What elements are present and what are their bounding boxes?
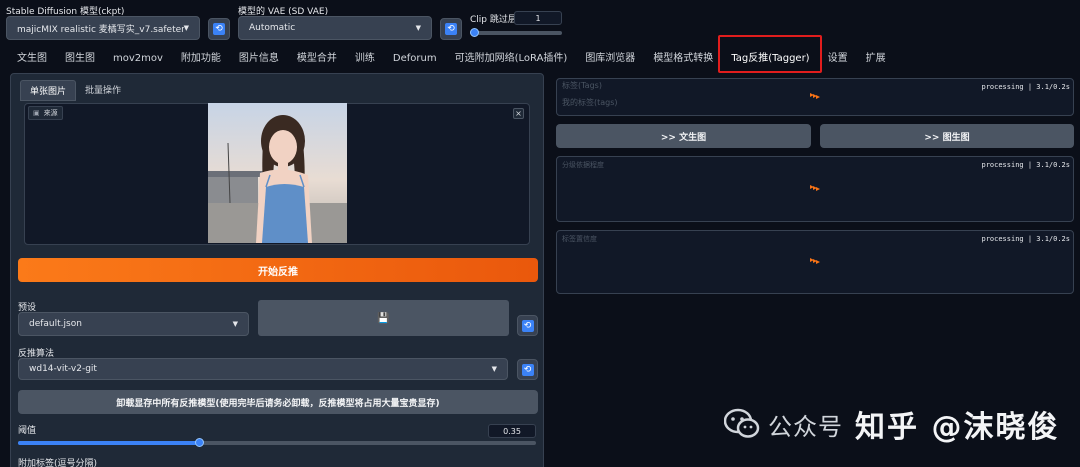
refresh-preset-button[interactable]: ⟲: [517, 315, 538, 336]
model-select-value: majicMIX realistic 麦橘写实_v7.safetensors […: [17, 24, 184, 35]
interrogator-select-value: wd14-vit-v2-git: [29, 364, 97, 374]
zhihu-watermark-text: 知乎 @沫晓俊: [855, 410, 1060, 445]
refresh-vae-button[interactable]: ⟲: [440, 18, 462, 40]
clip-skip-slider-handle[interactable]: [470, 28, 479, 37]
source-badge: ▣ 来源: [28, 106, 63, 120]
processing-status: processing | 3.1/0.2s: [981, 161, 1070, 169]
wechat-icon: [724, 408, 760, 438]
subtab-batch[interactable]: 批量操作: [76, 80, 130, 101]
loading-icon: [810, 258, 820, 264]
start-interrogate-button[interactable]: 开始反推: [18, 258, 538, 282]
clip-skip-slider-track[interactable]: [470, 31, 562, 35]
close-icon: ×: [515, 109, 522, 118]
tags-label: 标签(Tags): [562, 81, 602, 90]
image-icon: ▣: [33, 109, 40, 117]
unload-models-button[interactable]: 卸载显存中所有反推模型(使用完毕后请务必卸载，反推模型将占用大量宝贵显存): [18, 390, 538, 414]
refresh-icon: ⟲: [521, 363, 534, 376]
tags-confidence-label: 标签置信度: [562, 235, 597, 243]
vae-select-value: Automatic: [249, 23, 296, 33]
close-image-button[interactable]: ×: [513, 108, 524, 119]
refresh-icon: ⟲: [445, 23, 457, 35]
send-to-txt2img-button[interactable]: >> 文生图: [556, 124, 811, 148]
threshold-slider-fill: [18, 441, 200, 445]
send-to-img2img-button[interactable]: >> 图生图: [820, 124, 1074, 148]
chevron-down-icon: ▼: [415, 24, 421, 32]
highlight-annotation: [718, 35, 822, 73]
threshold-slider-track[interactable]: [18, 441, 536, 445]
chevron-down-icon: ▼: [491, 365, 497, 373]
refresh-icon: ⟲: [213, 23, 225, 35]
threshold-input[interactable]: 0.35: [488, 424, 536, 438]
save-preset-button[interactable]: 💾: [258, 300, 509, 336]
chevron-down-icon: ▼: [183, 24, 189, 32]
tab-12[interactable]: 设置: [819, 48, 857, 70]
tab-3[interactable]: 附加功能: [172, 48, 230, 70]
left-subtabs: 单张图片 批量操作: [20, 80, 130, 101]
interrogator-select[interactable]: wd14-vit-v2-git ▼: [18, 358, 508, 380]
loading-icon: [810, 93, 820, 99]
save-icon: 💾: [377, 312, 390, 324]
threshold-label: 阈值: [18, 426, 37, 436]
tab-6[interactable]: 训练: [346, 48, 384, 70]
vae-select[interactable]: Automatic ▼: [238, 16, 432, 40]
tab-2[interactable]: mov2mov: [104, 48, 172, 70]
refresh-interrogator-button[interactable]: ⟲: [517, 359, 538, 380]
subtab-single-image[interactable]: 单张图片: [20, 80, 77, 101]
tags-placeholder: 我的标签(tags): [562, 98, 618, 107]
processing-status: processing | 3.1/0.2s: [981, 83, 1070, 91]
clip-skip-input[interactable]: 1: [514, 11, 562, 25]
wechat-watermark-text: 公众号: [768, 412, 843, 441]
tab-0[interactable]: 文生图: [8, 48, 56, 70]
refresh-icon: ⟲: [521, 319, 534, 332]
tab-13[interactable]: 扩展: [857, 48, 895, 70]
preset-select[interactable]: default.json ▼: [18, 312, 249, 336]
source-label: 来源: [43, 109, 58, 117]
processing-status: processing | 3.1/0.2s: [981, 235, 1070, 243]
clip-skip-label: Clip 跳过层: [470, 15, 517, 25]
preset-select-value: default.json: [29, 319, 82, 329]
tab-7[interactable]: Deforum: [384, 48, 446, 70]
tab-5[interactable]: 模型合并: [288, 48, 346, 70]
extra-tags-label: 附加标签(逗号分隔): [18, 459, 98, 467]
loading-icon: [810, 185, 820, 191]
tab-9[interactable]: 图库浏览器: [576, 48, 644, 70]
tab-4[interactable]: 图片信息: [230, 48, 288, 70]
tab-10[interactable]: 模型格式转换: [644, 48, 722, 70]
model-select[interactable]: majicMIX realistic 麦橘写实_v7.safetensors […: [6, 16, 200, 40]
refresh-model-button[interactable]: ⟲: [208, 18, 230, 40]
uploaded-photo: [208, 103, 347, 243]
photo-illustration: [208, 103, 347, 243]
ratings-label: 分级依据程度: [562, 161, 604, 169]
chevron-down-icon: ▼: [232, 320, 238, 328]
watermark: 公众号 知乎 @沫晓俊: [724, 402, 1059, 446]
tab-8[interactable]: 可选附加网络(LoRA插件): [446, 48, 577, 70]
tab-1[interactable]: 图生图: [56, 48, 104, 70]
